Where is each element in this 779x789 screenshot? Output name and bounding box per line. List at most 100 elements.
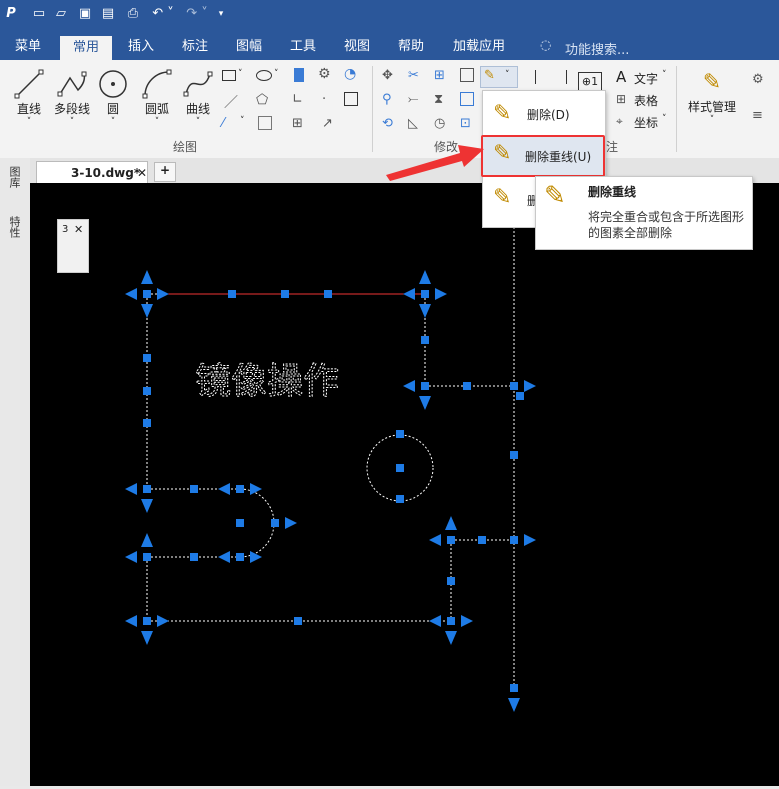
extend-icon[interactable]: ⤚ bbox=[408, 92, 418, 107]
block-icon[interactable]: ⚙ bbox=[318, 66, 331, 82]
grip-square[interactable] bbox=[143, 553, 151, 561]
grip-square[interactable] bbox=[271, 519, 279, 527]
fillet-icon[interactable]: ◷ bbox=[434, 116, 445, 131]
print-icon[interactable]: ⎙ bbox=[126, 7, 140, 21]
grip-square[interactable] bbox=[143, 419, 151, 427]
point-icon[interactable]: · bbox=[322, 92, 326, 107]
grip-square[interactable] bbox=[447, 536, 455, 544]
grip-arrow[interactable] bbox=[157, 288, 169, 300]
grip-square[interactable] bbox=[236, 485, 244, 493]
grip-arrow[interactable] bbox=[419, 396, 431, 410]
tab-annotate[interactable]: 标注 bbox=[172, 30, 218, 60]
grip-arrow[interactable] bbox=[419, 304, 431, 318]
boundary-icon[interactable] bbox=[258, 116, 272, 130]
grip-square[interactable] bbox=[421, 290, 429, 298]
polyline-tool-button[interactable]: 多段线 ˅ bbox=[50, 68, 94, 127]
grip-square[interactable] bbox=[294, 617, 302, 625]
grip-square[interactable] bbox=[324, 290, 332, 298]
chevron-down-icon[interactable]: ˅ bbox=[662, 114, 667, 124]
side-tab-library[interactable]: 图库 bbox=[8, 166, 22, 188]
grip-square[interactable] bbox=[396, 495, 404, 503]
tab-insert[interactable]: 插入 bbox=[118, 30, 164, 60]
close-icon[interactable]: ✕ bbox=[137, 166, 147, 180]
text-button[interactable]: 文字 bbox=[634, 70, 658, 87]
grip-square[interactable] bbox=[447, 577, 455, 585]
grip-square[interactable] bbox=[510, 382, 518, 390]
region-icon[interactable]: ⬠ bbox=[256, 92, 268, 108]
grip-square[interactable] bbox=[421, 336, 429, 344]
table-draw-icon[interactable]: ⊞ bbox=[292, 116, 303, 131]
grip-arrow[interactable] bbox=[141, 499, 153, 513]
wipeout-icon[interactable] bbox=[344, 92, 358, 106]
grip-arrow[interactable] bbox=[125, 615, 137, 627]
grip-square[interactable] bbox=[421, 382, 429, 390]
save-icon[interactable]: ▣ bbox=[78, 7, 92, 21]
copy-icon[interactable]: ⚲ bbox=[382, 92, 392, 107]
explode-icon[interactable]: ⊡ bbox=[460, 116, 471, 131]
quick-access-dropdown-icon[interactable]: ▾ bbox=[216, 7, 226, 21]
grip-square[interactable] bbox=[478, 536, 486, 544]
new-tab-button[interactable]: + bbox=[154, 162, 176, 182]
grip-square[interactable] bbox=[143, 485, 151, 493]
grip-square[interactable] bbox=[447, 617, 455, 625]
grip-square[interactable] bbox=[510, 451, 518, 459]
grip-arrow[interactable] bbox=[524, 534, 536, 546]
search-input[interactable]: 功能搜索... bbox=[565, 39, 629, 58]
grip-square[interactable] bbox=[396, 464, 404, 472]
grip-square[interactable] bbox=[236, 519, 244, 527]
tab-menu[interactable]: 菜单 bbox=[6, 30, 50, 60]
grip-square[interactable] bbox=[281, 290, 289, 298]
ray-icon[interactable]: ⁄ bbox=[222, 116, 224, 131]
new-file-icon[interactable]: ▭ bbox=[32, 7, 46, 21]
array-icon[interactable]: ⊞ bbox=[434, 68, 445, 83]
line-tool-button[interactable]: 直线 ˅ bbox=[7, 68, 51, 127]
scale-icon[interactable]: ◺ bbox=[408, 116, 418, 131]
grip-arrow[interactable] bbox=[141, 304, 153, 318]
dimension-icon[interactable] bbox=[535, 70, 567, 84]
tab-addins[interactable]: 加载应用 bbox=[446, 30, 512, 60]
grip-square[interactable] bbox=[236, 553, 244, 561]
hatch-icon[interactable] bbox=[294, 68, 304, 82]
grip-arrow[interactable] bbox=[141, 533, 153, 547]
delete-dropdown-button[interactable]: ✎ ˅ bbox=[480, 66, 518, 88]
grip-arrow[interactable] bbox=[125, 288, 137, 300]
rotate-icon[interactable]: ⟲ bbox=[382, 116, 393, 131]
grip-arrow[interactable] bbox=[429, 615, 441, 627]
grip-arrow[interactable] bbox=[141, 631, 153, 645]
circle-tool-button[interactable]: 圆 ˅ bbox=[93, 68, 133, 127]
grip-square[interactable] bbox=[510, 536, 518, 544]
tab-help[interactable]: 帮助 bbox=[388, 30, 434, 60]
list-icon[interactable]: ≡ bbox=[752, 108, 763, 123]
grip-square[interactable] bbox=[190, 485, 198, 493]
rectangle-icon[interactable] bbox=[222, 70, 236, 81]
grip-square[interactable] bbox=[143, 290, 151, 298]
grip-arrow[interactable] bbox=[445, 631, 457, 645]
grip-arrow[interactable] bbox=[445, 516, 457, 530]
coordinate-button[interactable]: 坐标 bbox=[634, 114, 658, 131]
table-button[interactable]: 表格 bbox=[634, 92, 658, 109]
redo-icon[interactable]: ↷ ˅ bbox=[184, 7, 210, 21]
dimension-angle-icon[interactable]: ∟ bbox=[292, 92, 303, 107]
grip-arrow[interactable] bbox=[218, 483, 230, 495]
menu-item-delete[interactable]: ✎ 删除(D) bbox=[485, 95, 603, 133]
close-icon[interactable]: ✕ bbox=[74, 223, 83, 236]
tab-tools[interactable]: 工具 bbox=[280, 30, 326, 60]
grip-arrow[interactable] bbox=[403, 288, 415, 300]
grip-arrow[interactable] bbox=[508, 698, 520, 712]
grip-square[interactable] bbox=[143, 354, 151, 362]
chevron-down-icon[interactable]: ˅ bbox=[240, 116, 245, 126]
grip-arrow[interactable] bbox=[125, 551, 137, 563]
grip-arrow[interactable] bbox=[461, 615, 473, 627]
grip-arrow[interactable] bbox=[285, 517, 297, 529]
leader-icon[interactable]: ↗ bbox=[322, 116, 333, 131]
grip-arrow[interactable] bbox=[218, 551, 230, 563]
chevron-down-icon[interactable]: ˅ bbox=[274, 69, 279, 79]
grip-square[interactable] bbox=[190, 553, 198, 561]
curve-tool-button[interactable]: 曲线 ˅ bbox=[178, 68, 218, 127]
undo-icon[interactable]: ↶ ˅ bbox=[150, 7, 176, 21]
offset-icon[interactable] bbox=[460, 92, 474, 106]
layer-icon[interactable]: ⚙ bbox=[752, 72, 764, 87]
construction-line-icon[interactable]: ／ bbox=[224, 92, 238, 112]
mirror-icon[interactable]: ⧗ bbox=[434, 92, 443, 107]
chevron-down-icon[interactable]: ˅ bbox=[662, 70, 667, 80]
